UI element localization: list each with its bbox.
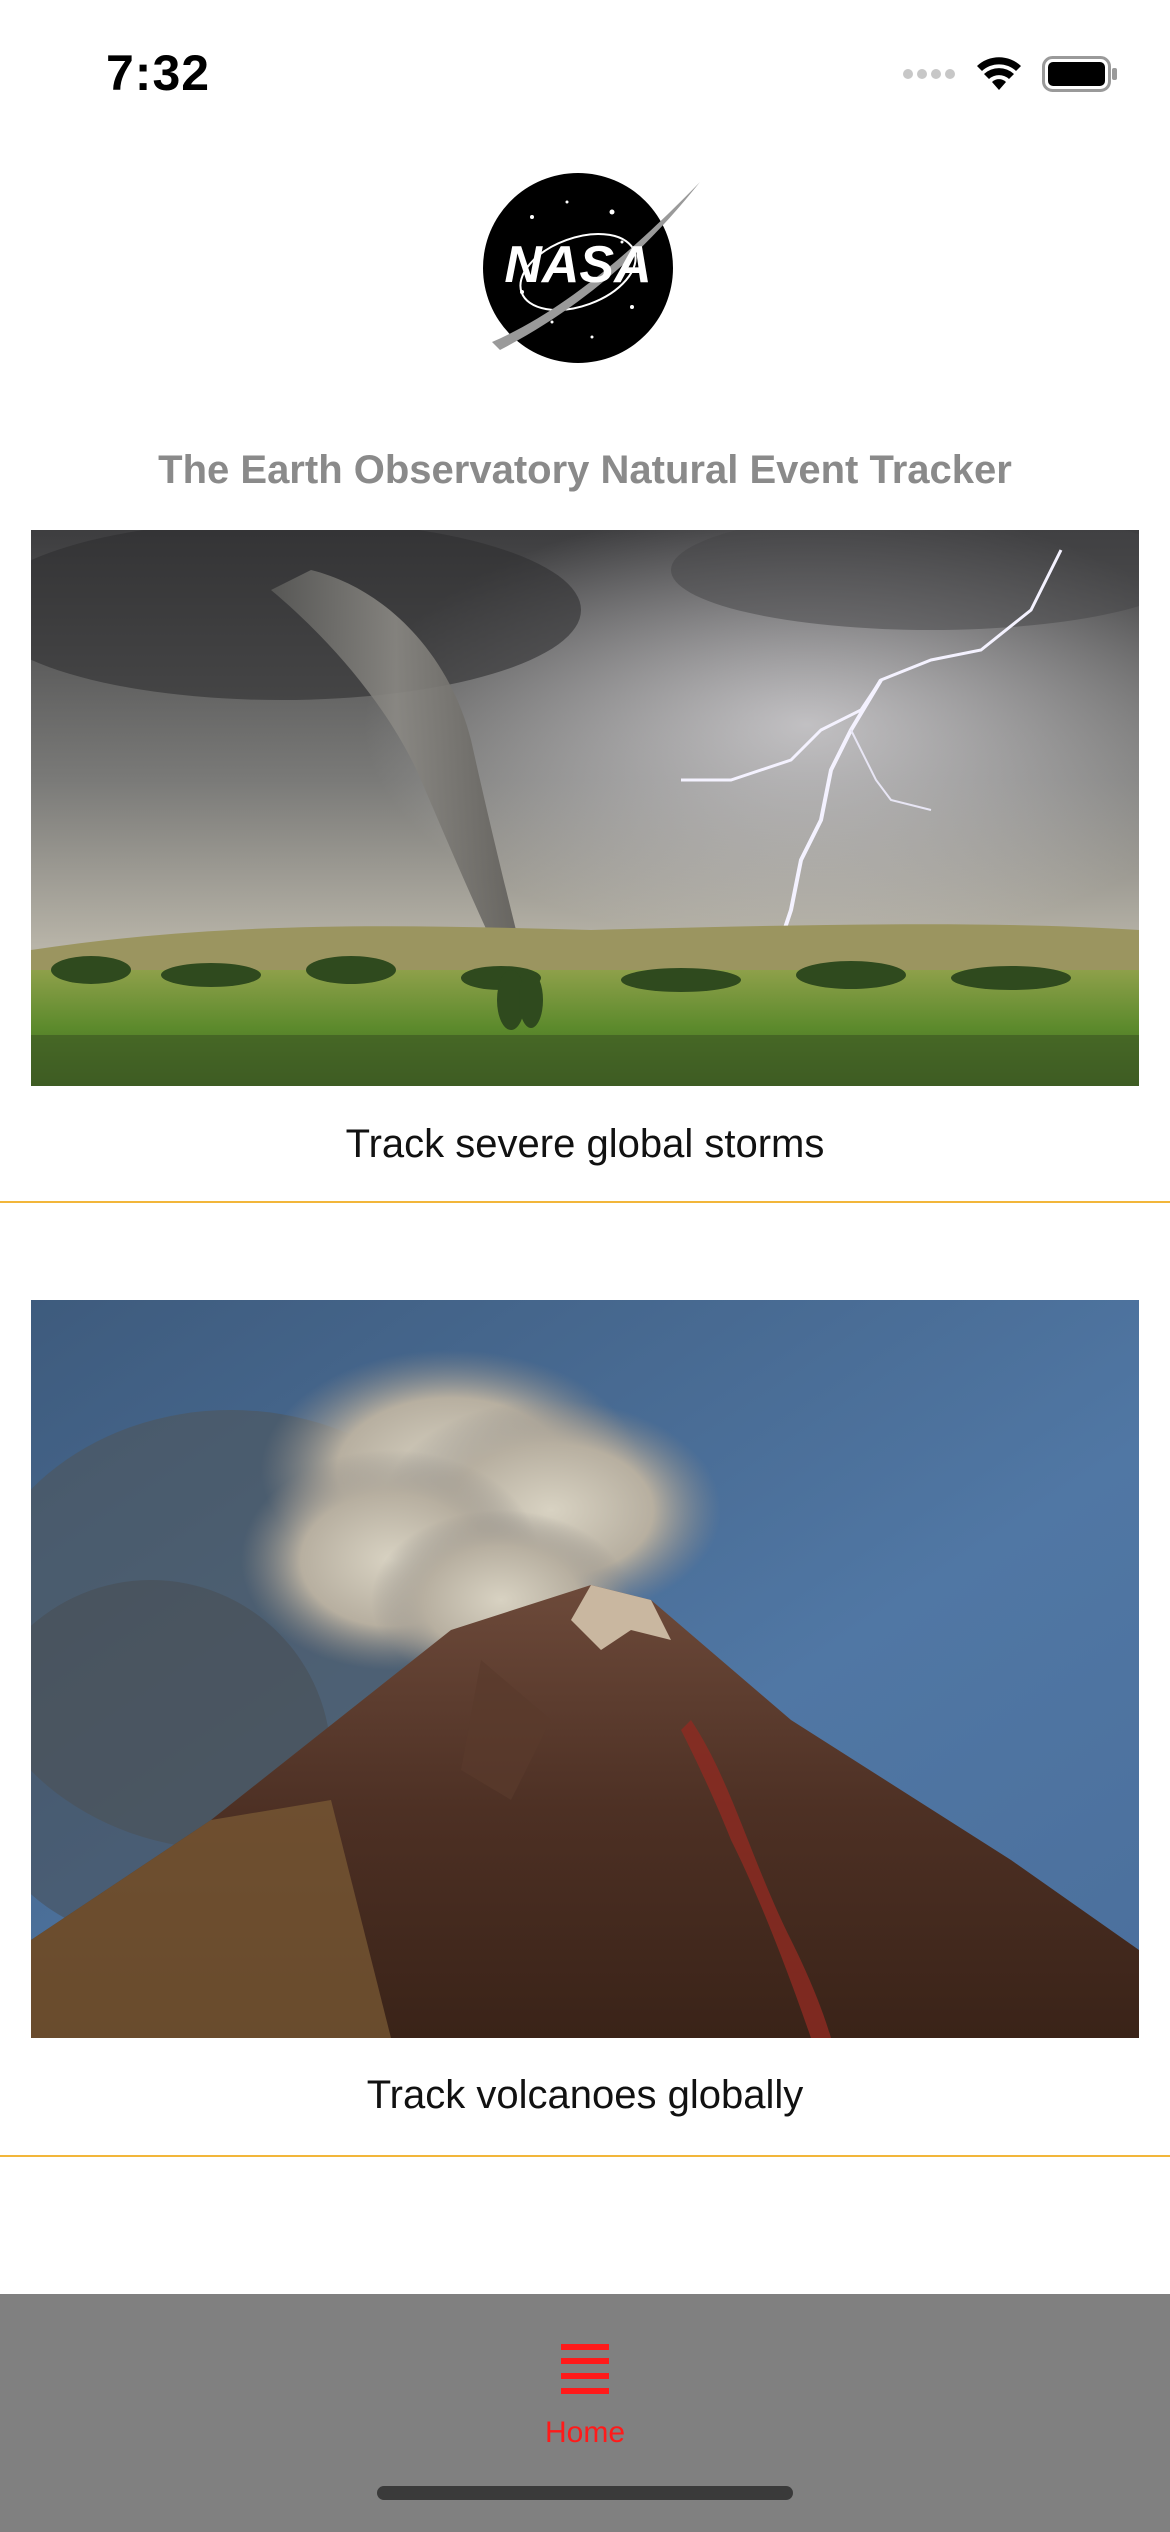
- card-divider: [0, 2155, 1170, 2157]
- status-time: 7:32: [106, 45, 211, 101]
- tab-home-label: Home: [544, 2416, 626, 2449]
- home-indicator[interactable]: [377, 2486, 793, 2500]
- tornado-lightning-photo: [31, 530, 1139, 1086]
- erupting-volcano-photo: [31, 1300, 1139, 2038]
- status-icons: [902, 52, 1118, 96]
- battery-icon: [1042, 56, 1117, 92]
- home-screen: 7:32 NASA The Earth Observatory Natural …: [0, 0, 1170, 2532]
- storm-card-caption[interactable]: Track severe global storms: [0, 1122, 1170, 1167]
- nasa-logo-text: NASA: [504, 236, 651, 294]
- volcano-card-image[interactable]: [31, 1300, 1139, 2038]
- signal-icon: [903, 69, 955, 79]
- tab-home[interactable]: Home: [485, 2314, 685, 2464]
- menu-lines-icon: [561, 2344, 609, 2394]
- volcano-card-caption[interactable]: Track volcanoes globally: [0, 2073, 1170, 2118]
- nasa-logo: NASA: [483, 173, 700, 363]
- wifi-icon: [977, 57, 1021, 90]
- status-bar: 7:32: [0, 0, 1170, 150]
- page-title: The Earth Observatory Natural Event Trac…: [158, 448, 1012, 492]
- storm-card-image[interactable]: [31, 530, 1139, 1086]
- card-divider: [0, 1201, 1170, 1203]
